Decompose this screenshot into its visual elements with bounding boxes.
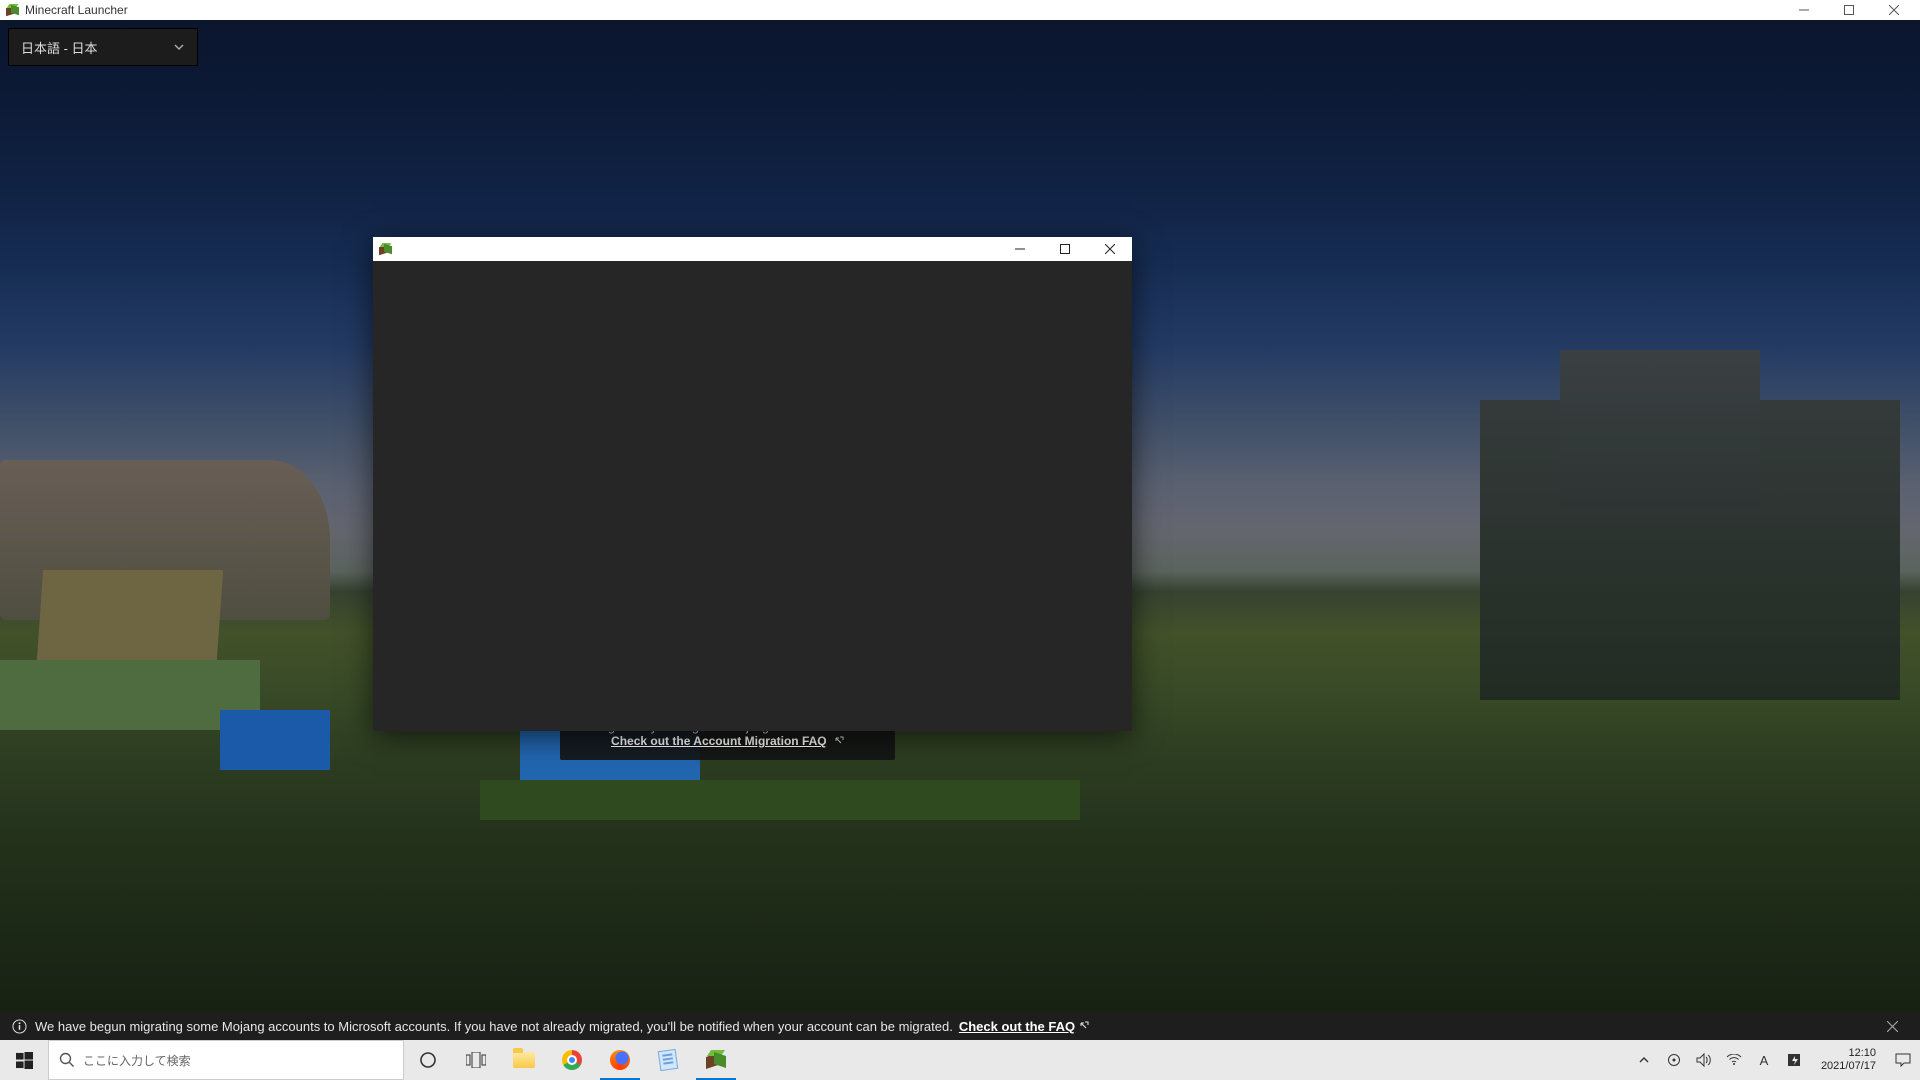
tray-wifi-button[interactable]	[1725, 1051, 1743, 1069]
external-link-icon	[834, 736, 844, 746]
taskbar-clock[interactable]: 12:10 2021/07/17	[1815, 1047, 1882, 1072]
minecraft-game-window	[373, 237, 1132, 731]
migration-banner: We have begun migrating some Mojang acco…	[0, 1012, 1920, 1040]
start-button[interactable]	[0, 1040, 48, 1080]
close-icon	[1889, 5, 1899, 15]
action-center-button[interactable]	[1894, 1051, 1912, 1069]
language-dropdown[interactable]: 日本語 - 日本	[8, 28, 198, 66]
taskbar-app-notepad[interactable]	[644, 1040, 692, 1080]
outer-close-button[interactable]	[1871, 0, 1916, 20]
windows-taskbar: ここに入力して検索 A 12:10 2021/07/17	[0, 1040, 1920, 1080]
wifi-icon	[1726, 1054, 1742, 1066]
migration-banner-close-button[interactable]	[1876, 1012, 1908, 1040]
power-mode-icon	[1787, 1053, 1801, 1067]
taskbar-date: 2021/07/17	[1821, 1060, 1876, 1073]
maximize-icon	[1844, 5, 1854, 15]
taskbar-search-placeholder: ここに入力して検索	[83, 1052, 191, 1069]
taskbar-app-firefox[interactable]	[596, 1040, 644, 1080]
cortana-circle-icon	[419, 1051, 437, 1069]
outer-minimize-button[interactable]	[1781, 0, 1826, 20]
taskbar-time: 12:10	[1821, 1047, 1876, 1060]
windows-logo-icon	[16, 1052, 33, 1069]
file-explorer-icon	[513, 1052, 535, 1068]
tray-overflow-button[interactable]	[1635, 1051, 1653, 1069]
bg-cliff	[37, 570, 223, 660]
tray-power-button[interactable]	[1785, 1051, 1803, 1069]
bg-ground	[480, 780, 1080, 820]
maximize-icon	[1060, 244, 1070, 254]
grass-block-icon	[6, 4, 19, 17]
inner-close-button[interactable]	[1087, 239, 1132, 259]
outer-window-titlebar: Minecraft Launcher	[0, 0, 1920, 20]
external-link-icon	[1079, 1021, 1089, 1031]
task-view-button[interactable]	[452, 1040, 500, 1080]
chevron-down-icon	[173, 41, 185, 53]
minecraft-launcher-window: Minecraft Launcher 日本語 - 日本 We're gradua	[0, 0, 1920, 1040]
tray-chevron-up-icon	[1638, 1054, 1650, 1066]
taskbar-app-chrome[interactable]	[548, 1040, 596, 1080]
volume-icon	[1696, 1053, 1712, 1067]
outer-maximize-button[interactable]	[1826, 0, 1871, 20]
cortana-button[interactable]	[404, 1040, 452, 1080]
notepad-icon	[658, 1049, 679, 1071]
task-view-icon	[466, 1052, 486, 1068]
chrome-icon	[562, 1050, 582, 1070]
outer-window-title: Minecraft Launcher	[25, 3, 1781, 17]
info-icon	[12, 1019, 27, 1034]
migration-banner-faq-link[interactable]: Check out the FAQ	[959, 1019, 1075, 1034]
taskbar-app-file-explorer[interactable]	[500, 1040, 548, 1080]
taskbar-search-box[interactable]: ここに入力して検索	[48, 1040, 404, 1080]
inner-minimize-button[interactable]	[997, 239, 1042, 259]
minimize-icon	[1015, 244, 1025, 254]
bg-water	[220, 710, 330, 770]
launcher-background: 日本語 - 日本 We're gradually moving from Moj…	[0, 20, 1920, 1040]
grass-block-icon	[379, 243, 392, 256]
migration-faq-link[interactable]: Check out the Account Migration FAQ	[611, 734, 827, 748]
grass-block-icon	[706, 1050, 726, 1070]
action-center-icon	[1895, 1053, 1911, 1067]
migration-banner-text: We have begun migrating some Mojang acco…	[35, 1019, 953, 1034]
bg-mountain-right-2	[1560, 350, 1760, 510]
inner-window-titlebar	[373, 237, 1132, 261]
inner-maximize-button[interactable]	[1042, 239, 1087, 259]
tray-location-button[interactable]	[1665, 1051, 1683, 1069]
location-icon	[1667, 1053, 1681, 1067]
minimize-icon	[1799, 5, 1809, 15]
close-icon	[1887, 1021, 1898, 1032]
system-tray: A 12:10 2021/07/17	[1627, 1040, 1920, 1080]
tray-ime-button[interactable]: A	[1755, 1051, 1773, 1069]
firefox-icon	[610, 1050, 630, 1070]
inner-window-content	[373, 261, 1132, 731]
search-icon	[59, 1052, 75, 1068]
close-icon	[1105, 244, 1115, 254]
tray-volume-button[interactable]	[1695, 1051, 1713, 1069]
taskbar-app-minecraft-launcher[interactable]	[692, 1040, 740, 1080]
language-dropdown-label: 日本語 - 日本	[21, 38, 98, 57]
